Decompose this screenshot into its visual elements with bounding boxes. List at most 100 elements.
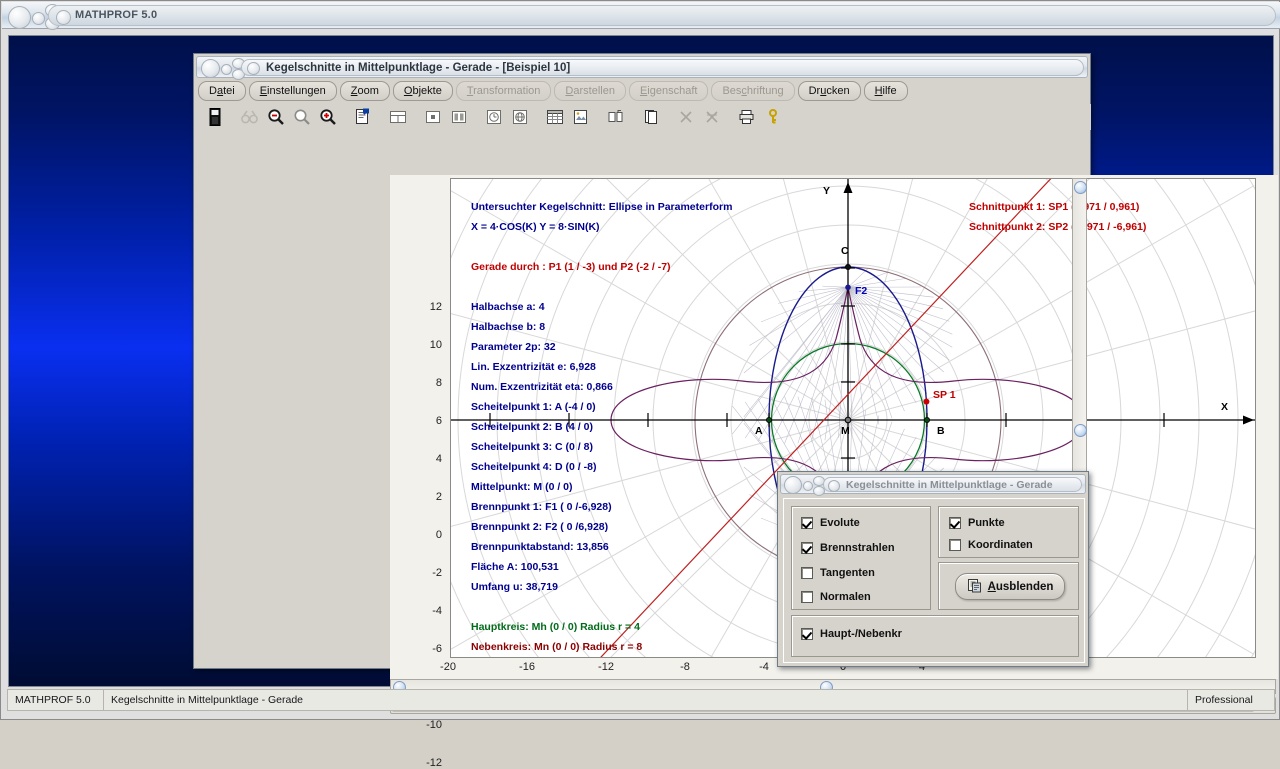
menu-beschriftung: Beschriftung (711, 81, 794, 101)
checkbox-normalen[interactable]: Normalen (801, 591, 871, 603)
single-pane-icon[interactable] (421, 105, 445, 129)
checkbox-brennstrahlen[interactable]: Brennstrahlen (801, 542, 895, 554)
screen: MATHPROF 5.0 Kegelschnitte in Mittelpunk… (0, 0, 1280, 720)
statusbar-context: Kegelschnitte in Mittelpunktlage - Gerad… (104, 690, 1188, 710)
annotation-property: Parameter 2p: 32 (471, 341, 556, 353)
menu-label: Beschriftung (722, 85, 783, 97)
application-frame: MATHPROF 5.0 Kegelschnitte in Mittelpunk… (0, 0, 1280, 720)
two-pane-icon[interactable] (447, 105, 471, 129)
zoom-in-icon[interactable] (316, 105, 340, 129)
toolbar-separator (726, 106, 733, 128)
menubar: Datei Einstellungen Zoom Objekte Transfo… (198, 81, 1086, 101)
clear-x-icon[interactable] (674, 105, 698, 129)
annotation-property: Halbachse b: 8 (471, 321, 545, 333)
dialog-system-menu-orb[interactable] (784, 476, 802, 494)
point-label-a: A (755, 425, 763, 437)
table-icon[interactable] (543, 105, 567, 129)
minimize-orb[interactable] (32, 12, 45, 25)
annotation-intersection-2: Schnittpunkt 2: SP2 (-1,971 / -6,961) (969, 221, 1146, 233)
checkbox-brennstrahlen-label: Brennstrahlen (820, 542, 895, 554)
checkbox-normalen-box[interactable] (801, 591, 813, 603)
binoculars-icon[interactable] (238, 105, 262, 129)
menu-datei[interactable]: Datei (198, 81, 246, 101)
menu-label: Hilfe (875, 85, 897, 97)
y-tick-label: -6 (408, 643, 442, 655)
checkbox-tangenten[interactable]: Tangenten (801, 567, 875, 579)
toolbar-separator (229, 106, 236, 128)
scroll-thumb[interactable] (1074, 424, 1087, 437)
statusbar: MATHPROF 5.0 Kegelschnitte in Mittelpunk… (7, 689, 1275, 711)
curve-options-group: Evolute Brennstrahlen Tangenten Normalen (791, 506, 931, 610)
calculator-icon[interactable] (203, 105, 227, 129)
clear-all-x-icon[interactable] (700, 105, 724, 129)
copy-icon[interactable] (639, 105, 663, 129)
globe-icon[interactable] (508, 105, 532, 129)
y-tick-label: 4 (408, 453, 442, 465)
dialog-minimize-orb[interactable] (803, 481, 813, 491)
ausblenden-button[interactable]: Ausblenden (955, 573, 1065, 600)
point-label-sp1: SP 1 (933, 389, 956, 401)
checkbox-punkte-box[interactable] (949, 517, 961, 529)
application-title: MATHPROF 5.0 (75, 9, 157, 21)
properties-icon[interactable] (351, 105, 375, 129)
menu-label: Eigenschaft (640, 85, 698, 97)
menu-drucken[interactable]: Drucken (798, 81, 861, 101)
menu-label: Datei (209, 85, 235, 97)
annotation-property: Lin. Exzentrizität e: 6,928 (471, 361, 596, 373)
menu-label: Transformation (467, 85, 541, 97)
clock-icon[interactable] (482, 105, 506, 129)
checkbox-evolute-label: Evolute (820, 517, 860, 529)
checkbox-haupt-nebenkreis-box[interactable] (801, 628, 813, 640)
zoom-out-icon[interactable] (264, 105, 288, 129)
doc-system-menu-orb[interactable] (201, 59, 220, 78)
checkbox-tangenten-label: Tangenten (820, 567, 875, 579)
y-tick-label: -12 (408, 757, 442, 769)
toolbar-separator (630, 106, 637, 128)
zoom-reset-icon[interactable] (290, 105, 314, 129)
point-label-m: M (841, 425, 850, 437)
system-menu-orb[interactable] (8, 6, 31, 29)
toolbar-separator (377, 106, 384, 128)
checkbox-haupt-nebenkreis[interactable]: Haupt-/Nebenkr (801, 628, 902, 640)
x-tick-label: -8 (667, 661, 703, 673)
checkbox-koordinaten-box[interactable] (949, 539, 961, 551)
point-label-f2: F2 (855, 285, 867, 297)
menu-eigenschaft: Eigenschaft (629, 81, 709, 101)
x-tick-label: -20 (430, 661, 466, 673)
menu-zoom[interactable]: Zoom (340, 81, 390, 101)
application-titlebar: MATHPROF 5.0 (2, 2, 1280, 29)
menu-label: Darstellen (565, 85, 615, 97)
checkbox-evolute-box[interactable] (801, 517, 813, 529)
doc-minimize-orb[interactable] (221, 64, 232, 75)
annotation-conic-type: Untersuchter Kegelschnitt: Ellipse in Pa… (471, 201, 732, 213)
checkbox-punkte[interactable]: Punkte (949, 517, 1005, 529)
annotation-parametric: X = 4·COS(K) Y = 8·SIN(K) (471, 221, 600, 233)
annotation-property: Scheitelpunkt 3: C (0 / 8) (471, 441, 593, 453)
scroll-thumb-top[interactable] (1074, 181, 1087, 194)
menu-hilfe[interactable]: Hilfe (864, 81, 908, 101)
dialog-body: Evolute Brennstrahlen Tangenten Normalen (783, 498, 1085, 663)
ausblenden-label: Ausblenden (988, 581, 1054, 593)
window-split-icon[interactable] (386, 105, 410, 129)
menu-objekte[interactable]: Objekte (393, 81, 453, 101)
image-properties-icon[interactable] (569, 105, 593, 129)
annotation-property: Mittelpunkt: M (0 / 0) (471, 481, 573, 493)
display-options-group: Punkte Koordinaten (938, 506, 1079, 558)
checkbox-evolute[interactable]: Evolute (801, 517, 860, 529)
menu-transformation: Transformation (456, 81, 552, 101)
y-tick-label: 2 (408, 491, 442, 503)
toolbar-separator (534, 106, 541, 128)
toolbar-separator (665, 106, 672, 128)
y-tick-label: -2 (408, 567, 442, 579)
layout-icon[interactable] (604, 105, 628, 129)
menu-label: Drucken (809, 85, 850, 97)
menu-darstellen: Darstellen (554, 81, 626, 101)
toolbar (198, 104, 1091, 130)
checkbox-tangenten-box[interactable] (801, 567, 813, 579)
print-icon[interactable] (735, 105, 759, 129)
action-group: Ausblenden (938, 562, 1079, 610)
checkbox-brennstrahlen-box[interactable] (801, 542, 813, 554)
checkbox-koordinaten[interactable]: Koordinaten (949, 539, 1033, 551)
help-key-icon[interactable] (761, 105, 785, 129)
menu-einstellungen[interactable]: Einstellungen (249, 81, 337, 101)
